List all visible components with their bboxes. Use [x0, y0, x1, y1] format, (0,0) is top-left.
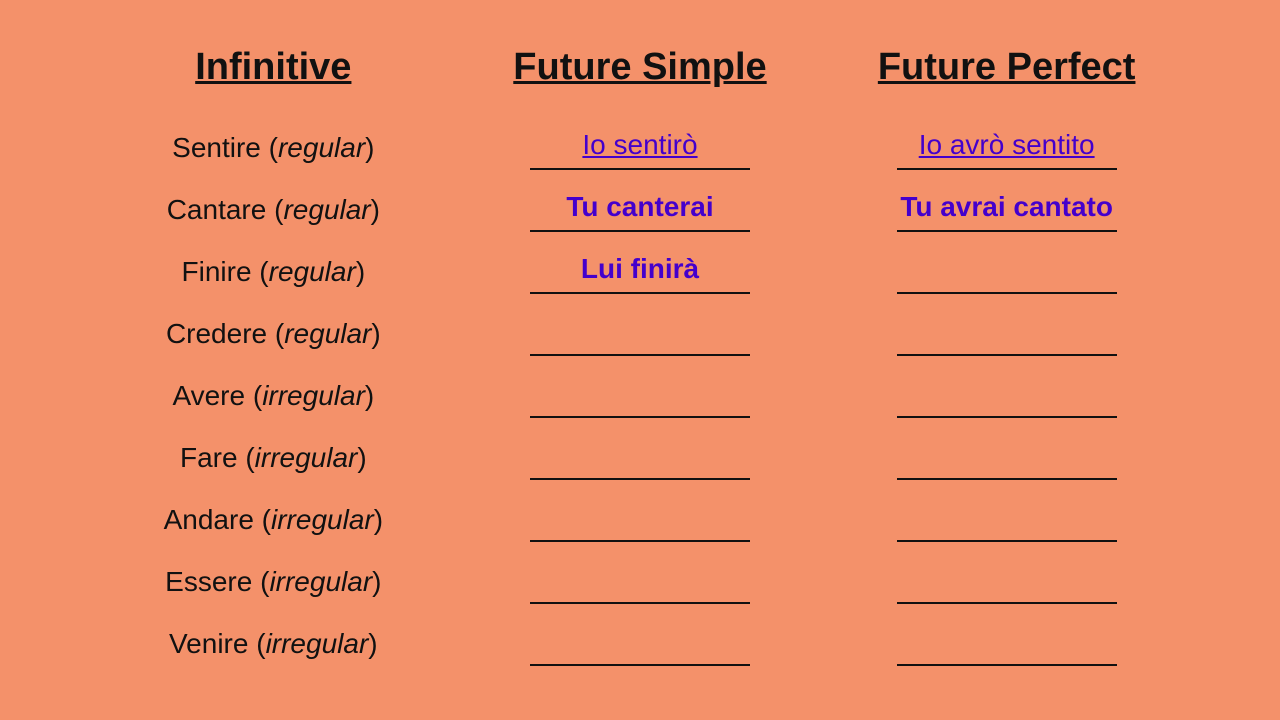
list-item: Lui finirà — [457, 241, 824, 303]
list-item — [457, 303, 824, 365]
list-item — [823, 551, 1190, 613]
list-item — [457, 613, 824, 675]
list-item — [823, 613, 1190, 675]
list-item — [457, 365, 824, 427]
list-item: Cantare (regular) — [90, 179, 457, 241]
list-item — [457, 551, 824, 613]
list-item: Tu avrai cantato — [823, 179, 1190, 241]
list-item — [823, 489, 1190, 551]
col1-body: Sentire (regular)Cantare (regular)Finire… — [90, 117, 457, 675]
grid-layout: Infinitive Sentire (regular)Cantare (reg… — [90, 46, 1190, 675]
list-item — [823, 303, 1190, 365]
list-item: Io sentirò — [457, 117, 824, 179]
list-item: Tu canterai — [457, 179, 824, 241]
col3-body: Io avrò sentitoTu avrai cantato — [823, 117, 1190, 675]
list-item — [823, 365, 1190, 427]
col1: Infinitive Sentire (regular)Cantare (reg… — [90, 46, 457, 675]
list-item: Fare (irregular) — [90, 427, 457, 489]
col3-header: Future Perfect — [823, 46, 1190, 97]
list-item — [823, 427, 1190, 489]
list-item — [457, 427, 824, 489]
list-item: Avere (irregular) — [90, 365, 457, 427]
col2-header: Future Simple — [457, 46, 824, 97]
list-item: Essere (irregular) — [90, 551, 457, 613]
col3: Future Perfect Io avrò sentitoTu avrai c… — [823, 46, 1190, 675]
list-item — [457, 489, 824, 551]
list-item: Credere (regular) — [90, 303, 457, 365]
list-item: Finire (regular) — [90, 241, 457, 303]
col2-body: Io sentiròTu canteraiLui finirà — [457, 117, 824, 675]
list-item: Sentire (regular) — [90, 117, 457, 179]
list-item: Andare (irregular) — [90, 489, 457, 551]
list-item — [823, 241, 1190, 303]
col1-header: Infinitive — [90, 46, 457, 97]
col2: Future Simple Io sentiròTu canteraiLui f… — [457, 46, 824, 675]
main-container: Infinitive Sentire (regular)Cantare (reg… — [50, 26, 1230, 695]
list-item: Io avrò sentito — [823, 117, 1190, 179]
list-item: Venire (irregular) — [90, 613, 457, 675]
